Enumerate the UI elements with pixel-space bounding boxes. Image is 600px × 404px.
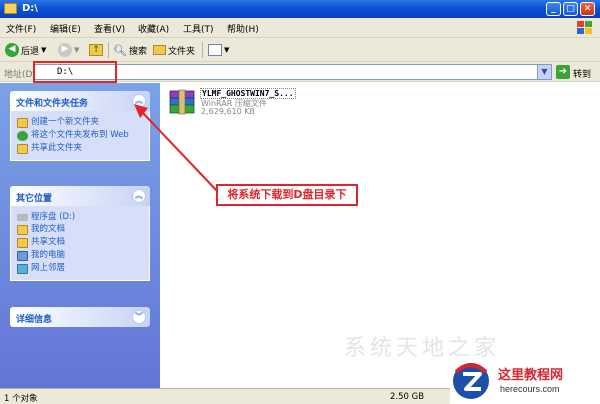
address-highlight-box [33, 61, 117, 83]
toolbar-divider [202, 42, 203, 58]
task-pane: 文件和文件夹任务 ︽ 创建一个新文件夹 将这个文件夹发布到 Web 共享此文件夹… [0, 83, 160, 388]
windows-logo-icon [577, 21, 592, 34]
back-arrow-icon: ◀ [5, 43, 19, 57]
globe-icon [17, 131, 28, 141]
forward-button[interactable]: ▶ ▼ [58, 42, 79, 58]
search-label: 搜索 [128, 46, 147, 57]
address-label: 地址(D) [4, 70, 36, 80]
annotation-callout: 将系统下载到D盘目录下 [216, 184, 358, 206]
task-publish-web[interactable]: 将这个文件夹发布到 Web [17, 130, 143, 141]
shared-folder-icon [17, 238, 28, 248]
file-folder-tasks-panel: 文件和文件夹任务 ︽ 创建一个新文件夹 将这个文件夹发布到 Web 共享此文件夹 [10, 91, 150, 161]
task-label: 创建一个新文件夹 [31, 117, 100, 127]
panel-title: 详细信息 [16, 315, 53, 325]
folders-label: 文件夹 [168, 46, 196, 57]
share-folder-icon [17, 144, 28, 154]
search-button[interactable]: 🔍︎ 搜索 [113, 42, 147, 58]
close-button[interactable]: ✕ [580, 2, 595, 16]
search-icon: 🔍︎ [113, 43, 127, 57]
computer-icon [17, 251, 28, 261]
status-object-count: 1 个对象 [4, 394, 38, 404]
up-folder-button[interactable]: ↑ [89, 42, 103, 58]
place-network[interactable]: 网上邻居 [17, 263, 143, 274]
menu-edit[interactable]: 编辑(E) [50, 22, 81, 35]
views-button[interactable]: ▼ [208, 42, 229, 58]
place-my-computer[interactable]: 我的电脑 [17, 250, 143, 261]
collapse-icon[interactable]: ︽ [132, 189, 146, 203]
folder-icon [4, 3, 17, 14]
task-label: 将这个文件夹发布到 Web [31, 130, 129, 140]
task-label: 共享此文件夹 [31, 143, 83, 153]
back-button[interactable]: ◀ 后退 ▼ [5, 42, 46, 58]
menu-bar: 文件(F) 编辑(E) 查看(V) 收藏(A) 工具(T) 帮助(H) [0, 18, 600, 38]
chevron-down-icon: ▼ [74, 46, 80, 54]
site-url: herecours.com [500, 384, 560, 394]
task-new-folder[interactable]: 创建一个新文件夹 [17, 117, 143, 128]
panel-header[interactable]: 文件和文件夹任务 ︽ [10, 91, 150, 111]
toolbar: ◀ 后退 ▼ ▶ ▼ ↑ 🔍︎ 搜索 文件夹 ▼ [0, 38, 600, 62]
z-logo-icon [453, 363, 489, 399]
menu-help[interactable]: 帮助(H) [227, 22, 259, 35]
status-size: 2.50 GB [390, 392, 425, 402]
place-label: 网上邻居 [31, 263, 66, 273]
new-folder-icon [17, 118, 28, 128]
place-my-documents[interactable]: 我的文档 [17, 224, 143, 235]
maximize-button[interactable]: □ [563, 2, 578, 16]
folders-button[interactable]: 文件夹 [153, 42, 195, 58]
documents-folder-icon [17, 225, 28, 235]
folder-icon [153, 45, 166, 55]
menu-file[interactable]: 文件(F) [6, 22, 36, 35]
panel-header[interactable]: 其它位置 ︽ [10, 186, 150, 206]
title-bar: D:\ _ □ ✕ [0, 0, 600, 18]
chevron-down-icon: ▼ [41, 46, 47, 54]
place-label: 我的电脑 [31, 250, 66, 260]
expand-icon[interactable]: ︾ [132, 310, 146, 324]
minimize-button[interactable]: _ [546, 2, 561, 16]
site-name: 这里教程网 [498, 368, 564, 383]
go-arrow-icon[interactable]: ➜ [556, 65, 570, 79]
site-logo: 这里教程网 herecours.com [450, 358, 600, 404]
menu-favorites[interactable]: 收藏(A) [138, 22, 169, 35]
winrar-archive-icon [169, 89, 195, 115]
chevron-down-icon: ▼ [224, 46, 230, 54]
details-panel: 详细信息 ︾ [10, 307, 150, 327]
panel-header[interactable]: 详细信息 ︾ [10, 307, 150, 327]
task-share-folder[interactable]: 共享此文件夹 [17, 143, 143, 154]
file-item[interactable]: YLMF_GHOSTWIN7_S... WinRAR 压缩文件 2,629,61… [168, 87, 300, 117]
menu-tools[interactable]: 工具(T) [183, 22, 214, 35]
go-button[interactable]: 转到 [573, 67, 591, 80]
drive-icon [17, 214, 28, 221]
place-label: 程序盘 (D:) [31, 212, 76, 222]
panel-title: 其它位置 [16, 194, 53, 204]
toolbar-divider [108, 42, 109, 58]
up-folder-icon: ↑ [89, 44, 103, 56]
collapse-icon[interactable]: ︽ [132, 94, 146, 108]
back-label: 后退 [21, 46, 40, 57]
menu-view[interactable]: 查看(V) [94, 22, 125, 35]
panel-title: 文件和文件夹任务 [16, 99, 89, 109]
chevron-down-icon[interactable]: ▼ [537, 65, 551, 79]
place-label: 共享文档 [31, 237, 66, 247]
other-places-panel: 其它位置 ︽ 程序盘 (D:) 我的文档 共享文档 我的电脑 网上邻居 [10, 186, 150, 281]
file-size: 2,629,610 KB [201, 107, 255, 116]
place-program-drive[interactable]: 程序盘 (D:) [17, 212, 143, 222]
views-icon [208, 44, 222, 56]
place-shared-documents[interactable]: 共享文档 [17, 237, 143, 248]
place-label: 我的文档 [31, 224, 66, 234]
window-title: D:\ [22, 3, 38, 14]
forward-arrow-icon: ▶ [58, 43, 72, 57]
network-icon [17, 264, 28, 274]
